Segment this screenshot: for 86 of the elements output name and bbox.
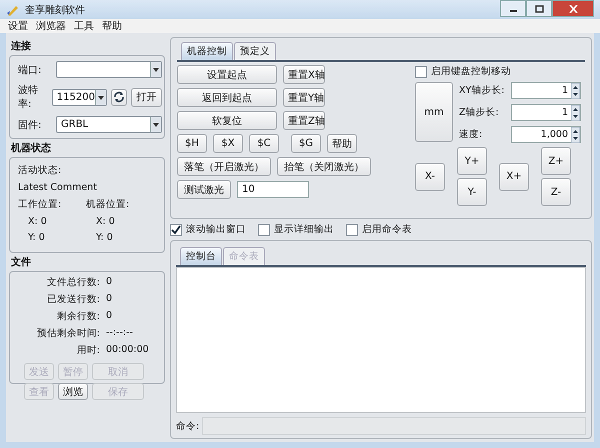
jog-button[interactable]: Z- xyxy=(541,178,571,206)
machine-position-label: 机器位置: xyxy=(86,198,130,211)
checkbox[interactable] xyxy=(258,224,270,236)
axis-reset-button[interactable]: 重置Y轴 xyxy=(283,88,325,107)
coordinate-value: X: 0 xyxy=(27,216,48,227)
stat-value: 0 xyxy=(106,276,114,289)
coordinate-value: Y: 0 xyxy=(27,232,46,243)
command-button[interactable]: 帮助 xyxy=(327,134,357,153)
window-title: 奎享雕刻软件 xyxy=(25,4,85,16)
section-heading: 文件 xyxy=(11,256,32,269)
jog-button[interactable]: Y+ xyxy=(457,147,487,175)
tab[interactable]: 预定义 xyxy=(234,42,276,60)
tab[interactable]: 控制台 xyxy=(180,247,222,265)
combo-value: GRBL xyxy=(60,119,90,130)
maximize-button[interactable] xyxy=(526,0,552,17)
stat-value: 0 xyxy=(106,293,114,306)
menu-item[interactable]: 浏览器 xyxy=(36,19,66,33)
section-heading: 连接 xyxy=(11,40,32,53)
stat-value: 00:00:00 xyxy=(106,344,150,357)
combo-value: 115200 xyxy=(56,92,95,102)
coordinate-value: Y: 0 xyxy=(95,232,114,243)
firmware-label: 固件: xyxy=(18,118,42,132)
command-button[interactable]: $H xyxy=(177,134,207,153)
stat-label: 用时: xyxy=(76,344,100,357)
checkbox[interactable] xyxy=(170,224,182,236)
jog-button[interactable]: Y- xyxy=(457,178,487,206)
jog-button[interactable]: X+ xyxy=(499,162,529,190)
active-state-label: 活动状态: xyxy=(18,164,62,177)
laser-power-field[interactable]: 10 xyxy=(237,181,309,198)
menu-item[interactable]: 设置 xyxy=(8,19,28,33)
checkbox-label: 启用命令表 xyxy=(362,223,412,236)
command-button[interactable]: 软复位 xyxy=(177,111,277,130)
checkbox-label: 滚动输出窗口 xyxy=(186,223,246,236)
jog-button[interactable]: X- xyxy=(415,162,445,190)
spinner-field[interactable]: 1 xyxy=(511,104,581,121)
menu-item[interactable]: 帮助 xyxy=(102,19,122,33)
baud-label: 波特率: xyxy=(18,84,39,111)
open-button[interactable]: 打开 xyxy=(130,88,162,106)
step-label: XY轴步长: xyxy=(459,84,506,97)
section-heading: 机器状态 xyxy=(11,142,52,155)
coordinate-value: X: 0 xyxy=(95,216,116,227)
step-label: 速度: xyxy=(459,128,484,141)
axis-reset-button[interactable]: 重置Z轴 xyxy=(283,111,325,130)
laser-button[interactable]: 落笔（开启激光） xyxy=(177,157,271,176)
step-label: Z轴步长: xyxy=(459,106,500,119)
spinner-arrows-icon xyxy=(571,126,580,142)
port-combo[interactable] xyxy=(56,61,162,78)
checkbox[interactable] xyxy=(346,224,358,236)
stat-label: 预估剩余时间: xyxy=(36,327,100,340)
command-button[interactable]: $G xyxy=(291,134,321,153)
stat-value: 0 xyxy=(106,310,114,323)
stat-value: --:--:-- xyxy=(106,327,134,340)
unit-button[interactable]: mm xyxy=(415,82,453,142)
checkbox-label: 显示详细输出 xyxy=(274,223,334,236)
spinner-arrows-icon xyxy=(571,104,580,120)
laser-button[interactable]: 抬笔（关闭激光） xyxy=(277,157,371,176)
close-button[interactable] xyxy=(552,0,594,17)
tab[interactable]: 机器控制 xyxy=(181,42,233,60)
axis-reset-button[interactable]: 重置X轴 xyxy=(283,65,325,84)
test-laser-button[interactable]: 测试激光 xyxy=(177,180,231,199)
checkbox-label: 启用键盘控制移动 xyxy=(431,65,511,78)
command-button[interactable]: $X xyxy=(213,134,243,153)
latest-comment-label: Latest Comment xyxy=(18,182,98,193)
file-action-button[interactable]: 浏览 xyxy=(58,383,88,400)
spinner-field[interactable]: 1 xyxy=(511,82,581,99)
spinner-field[interactable]: 1,000 xyxy=(511,126,581,143)
menu-item[interactable]: 工具 xyxy=(74,19,94,33)
command-button[interactable]: $C xyxy=(249,134,279,153)
stat-label: 文件总行数: xyxy=(46,276,100,289)
checkbox[interactable] xyxy=(415,66,427,78)
spinner-arrows-icon xyxy=(571,82,580,98)
command-label: 命令: xyxy=(176,420,200,432)
port-label: 端口: xyxy=(18,64,42,76)
close-icon xyxy=(568,4,578,12)
refresh-icon xyxy=(112,91,125,103)
minimize-button[interactable] xyxy=(500,0,526,17)
stat-label: 剩余行数: xyxy=(56,310,100,323)
maximize-icon xyxy=(534,4,544,12)
firmware-combo[interactable]: GRBL xyxy=(56,116,162,133)
command-button[interactable]: 返回到起点 xyxy=(177,88,277,107)
work-position-label: 工作位置: xyxy=(18,198,62,211)
jog-button[interactable]: Z+ xyxy=(541,147,571,175)
stat-label: 已发送行数: xyxy=(46,293,100,306)
refresh-button[interactable] xyxy=(110,88,127,106)
baud-combo[interactable]: 115200 xyxy=(52,88,107,106)
command-button[interactable]: 设置起点 xyxy=(177,65,277,84)
